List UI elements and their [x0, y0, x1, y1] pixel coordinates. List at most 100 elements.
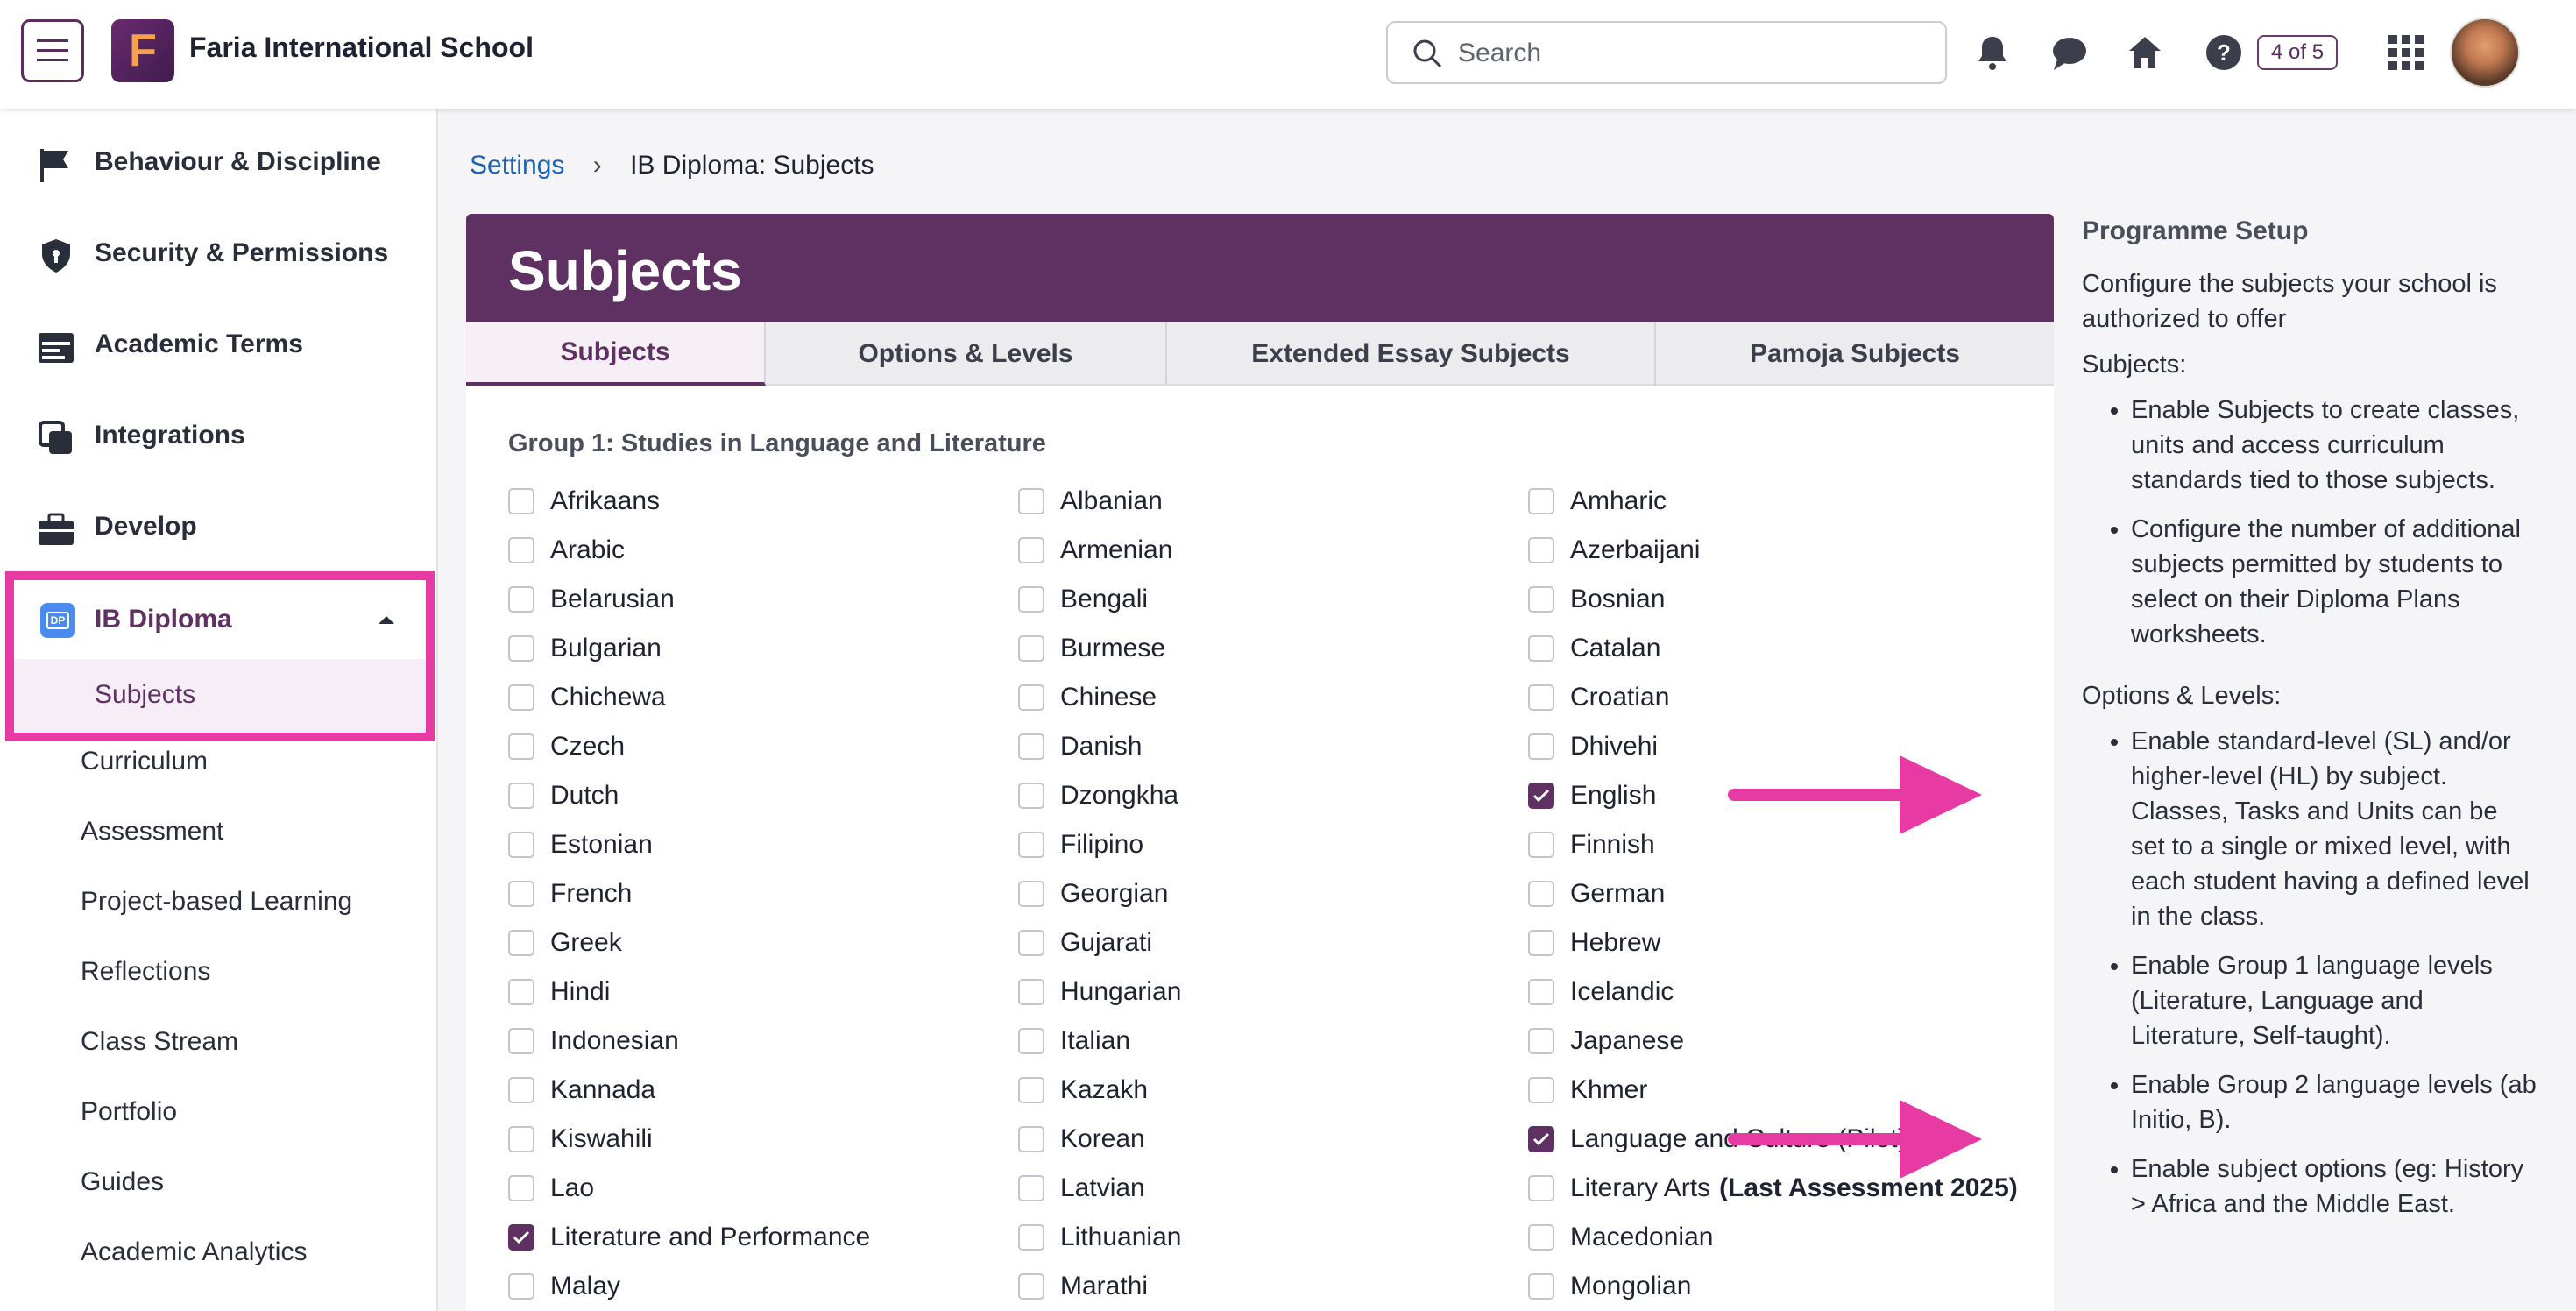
subject-checkbox[interactable]: [508, 1077, 534, 1103]
subject-checkbox-row[interactable]: Bulgarian: [508, 631, 662, 666]
subject-checkbox-row[interactable]: Japanese: [1528, 1024, 1684, 1059]
subject-checkbox[interactable]: [1018, 635, 1044, 662]
subject-checkbox[interactable]: [1528, 881, 1554, 907]
avatar[interactable]: [2450, 18, 2520, 88]
subject-checkbox-row[interactable]: Filipino: [1018, 827, 1143, 862]
tab-subjects[interactable]: Subjects: [466, 322, 766, 386]
subject-checkbox-row[interactable]: Danish: [1018, 729, 1142, 764]
subject-checkbox[interactable]: [1528, 635, 1554, 662]
bell-icon[interactable]: [1973, 33, 2012, 72]
subject-checkbox[interactable]: [1018, 488, 1044, 514]
subject-checkbox-row[interactable]: Mongolian: [1528, 1269, 1691, 1304]
subject-checkbox[interactable]: [1018, 881, 1044, 907]
subject-checkbox-row[interactable]: Marathi: [1018, 1269, 1148, 1304]
subject-checkbox[interactable]: [1528, 1126, 1554, 1152]
subject-checkbox[interactable]: [508, 1126, 534, 1152]
sidebar-sub-item-subjects[interactable]: Subjects: [14, 659, 426, 733]
sidebar-sub-item-class-stream[interactable]: Class Stream: [81, 1027, 238, 1057]
subject-checkbox[interactable]: [1018, 1224, 1044, 1251]
subject-checkbox[interactable]: [508, 1028, 534, 1054]
subject-checkbox[interactable]: [508, 586, 534, 613]
subject-checkbox[interactable]: [1018, 979, 1044, 1005]
breadcrumb-settings-link[interactable]: Settings: [470, 151, 564, 180]
apps-grid-icon[interactable]: [2387, 33, 2425, 72]
subject-checkbox-row[interactable]: Korean: [1018, 1122, 1145, 1157]
subject-checkbox[interactable]: [1528, 684, 1554, 711]
sidebar-sub-item-assessment[interactable]: Assessment: [81, 817, 223, 847]
chat-icon[interactable]: [2050, 33, 2089, 72]
subject-checkbox-row[interactable]: Estonian: [508, 827, 653, 862]
subject-checkbox[interactable]: [508, 635, 534, 662]
subject-checkbox-row[interactable]: Belarusian: [508, 582, 675, 617]
subject-checkbox-row[interactable]: Arabic: [508, 533, 625, 568]
subject-checkbox-row[interactable]: English: [1528, 778, 1656, 813]
sidebar-sub-item-academic-analytics[interactable]: Academic Analytics: [81, 1237, 307, 1267]
sidebar-sub-item-reflections[interactable]: Reflections: [81, 957, 210, 987]
subject-checkbox-row[interactable]: Hebrew: [1528, 925, 1660, 960]
subject-checkbox-row[interactable]: Dhivehi: [1528, 729, 1658, 764]
subject-checkbox-row[interactable]: Hungarian: [1018, 974, 1181, 1010]
subject-checkbox-row[interactable]: Italian: [1018, 1024, 1130, 1059]
subject-checkbox-row[interactable]: Dzongkha: [1018, 778, 1178, 813]
subject-checkbox-row[interactable]: Amharic: [1528, 484, 1667, 519]
school-logo[interactable]: F: [111, 19, 174, 82]
subject-checkbox-row[interactable]: Latvian: [1018, 1171, 1145, 1206]
subject-checkbox-row[interactable]: Armenian: [1018, 533, 1172, 568]
subject-checkbox-row[interactable]: Chinese: [1018, 680, 1157, 715]
subject-checkbox[interactable]: [1018, 684, 1044, 711]
subject-checkbox[interactable]: [508, 537, 534, 563]
sidebar-sub-item-project-based-learning[interactable]: Project-based Learning: [81, 887, 352, 917]
subject-checkbox[interactable]: [1018, 832, 1044, 858]
subject-checkbox[interactable]: [508, 930, 534, 956]
subject-checkbox-row[interactable]: Burmese: [1018, 631, 1165, 666]
subject-checkbox[interactable]: [1018, 1175, 1044, 1201]
search-box[interactable]: [1386, 21, 1947, 84]
subject-checkbox[interactable]: [1528, 1273, 1554, 1300]
subject-checkbox[interactable]: [1528, 832, 1554, 858]
subject-checkbox[interactable]: [1018, 1028, 1044, 1054]
subject-checkbox[interactable]: [508, 684, 534, 711]
help-icon[interactable]: ?: [2204, 33, 2243, 72]
subject-checkbox-row[interactable]: Bengali: [1018, 582, 1148, 617]
subject-checkbox-row[interactable]: Literature and Performance: [508, 1220, 870, 1255]
chevron-up-icon[interactable]: [377, 613, 396, 626]
tab-extended-essay-subjects[interactable]: Extended Essay Subjects: [1167, 322, 1656, 386]
subject-checkbox-row[interactable]: Catalan: [1528, 631, 1660, 666]
subject-checkbox-row[interactable]: Czech: [508, 729, 625, 764]
subject-checkbox-row[interactable]: Greek: [508, 925, 622, 960]
subject-checkbox-row[interactable]: Lao: [508, 1171, 594, 1206]
subject-checkbox[interactable]: [1018, 733, 1044, 760]
subject-checkbox-row[interactable]: Macedonian: [1528, 1220, 1713, 1255]
sidebar-item-behaviour[interactable]: Behaviour & Discipline: [0, 117, 438, 209]
subject-checkbox[interactable]: [1528, 1224, 1554, 1251]
subject-checkbox-row[interactable]: Azerbaijani: [1528, 533, 1700, 568]
subject-checkbox-row[interactable]: Khmer: [1528, 1073, 1647, 1108]
subject-checkbox[interactable]: [1528, 488, 1554, 514]
subject-checkbox[interactable]: [1528, 1077, 1554, 1103]
subject-checkbox[interactable]: [1528, 1028, 1554, 1054]
subject-checkbox-row[interactable]: Finnish: [1528, 827, 1655, 862]
subject-checkbox[interactable]: [1528, 733, 1554, 760]
subject-checkbox[interactable]: [1018, 1126, 1044, 1152]
subject-checkbox[interactable]: [508, 1175, 534, 1201]
subject-checkbox-row[interactable]: Icelandic: [1528, 974, 1674, 1010]
tab-options-levels[interactable]: Options & Levels: [766, 322, 1167, 386]
subject-checkbox[interactable]: [508, 733, 534, 760]
subject-checkbox-row[interactable]: Chichewa: [508, 680, 666, 715]
sidebar-sub-item-curriculum[interactable]: Curriculum: [81, 747, 208, 776]
subject-checkbox[interactable]: [1018, 1273, 1044, 1300]
sidebar-sub-item-guides[interactable]: Guides: [81, 1167, 164, 1197]
subject-checkbox-row[interactable]: Kiswahili: [508, 1122, 653, 1157]
sidebar-item-security[interactable]: Security & Permissions: [0, 209, 438, 300]
subject-checkbox[interactable]: [508, 1224, 534, 1251]
subject-checkbox-row[interactable]: Gujarati: [1018, 925, 1152, 960]
menu-button[interactable]: [21, 19, 84, 82]
subject-checkbox-row[interactable]: Malay: [508, 1269, 620, 1304]
subject-checkbox-row[interactable]: Indonesian: [508, 1024, 679, 1059]
subject-checkbox[interactable]: [1528, 783, 1554, 809]
subject-checkbox[interactable]: [1528, 586, 1554, 613]
subject-checkbox[interactable]: [1018, 783, 1044, 809]
subject-checkbox[interactable]: [508, 488, 534, 514]
subject-checkbox[interactable]: [1528, 930, 1554, 956]
subject-checkbox[interactable]: [1528, 1175, 1554, 1201]
